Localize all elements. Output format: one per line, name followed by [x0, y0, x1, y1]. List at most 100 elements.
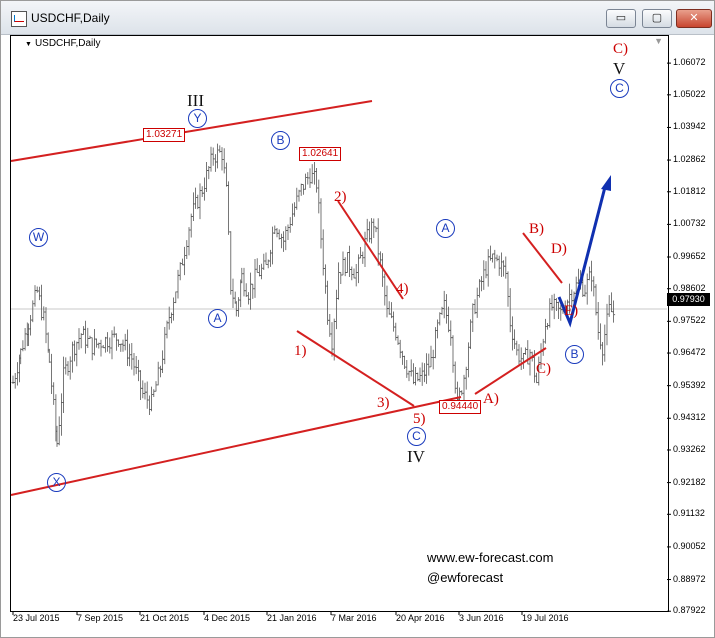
- y-tick-label: 0.95392: [673, 379, 706, 390]
- ohlc-bar: [312, 161, 316, 185]
- ohlc-bar: [590, 260, 594, 292]
- ohlc-bar: [330, 322, 334, 357]
- ohlc-bar: [548, 298, 552, 328]
- ohlc-bar: [117, 339, 121, 347]
- ohlc-bar: [145, 381, 149, 409]
- ohlc-bar: [323, 264, 327, 294]
- wave-line-1-3: [296, 330, 415, 407]
- ohlc-bar: [37, 286, 41, 301]
- chart-svg: [10, 62, 671, 615]
- ohlc-bar: [319, 198, 323, 249]
- ohlc-bar: [517, 344, 521, 367]
- y-tick-label: 0.90052: [673, 540, 706, 551]
- ohlc-bar: [290, 203, 294, 226]
- y-tick-label: 1.05022: [673, 88, 706, 99]
- ohlc-bar: [73, 340, 77, 362]
- ohlc-bar: [189, 213, 193, 238]
- ohlc-bar: [482, 260, 486, 290]
- ohlc-bar: [552, 293, 556, 320]
- ohlc-bar: [306, 172, 310, 185]
- x-tick-label: 7 Sep 2015: [77, 613, 124, 623]
- ohlc-bar: [50, 353, 53, 394]
- wave-label-B: B): [529, 221, 544, 237]
- ohlc-bar: [506, 271, 510, 307]
- ohlc-bar: [130, 343, 134, 370]
- wave-line-2-4: [337, 200, 404, 300]
- ohlc-bar: [15, 362, 19, 386]
- wave-label-IV: IV: [407, 447, 425, 466]
- ohlc-bar: [106, 332, 110, 352]
- y-tick-label: 0.96472: [673, 347, 706, 358]
- ohlc-bar: [429, 345, 433, 368]
- price-box-high: 1.03271: [143, 128, 186, 142]
- ohlc-bar: [251, 283, 255, 299]
- x-tick-label: 23 Jul 2015: [13, 613, 60, 623]
- ohlc-bar: [29, 315, 33, 336]
- ohlc-bar: [550, 294, 554, 311]
- y-tick-label: 0.93262: [673, 443, 706, 454]
- ohlc-bar: [183, 246, 187, 276]
- y-tick-label: 0.91132: [673, 508, 705, 519]
- x-tick-label: 20 Apr 2016: [396, 613, 445, 623]
- wave-label-C: C): [536, 361, 551, 377]
- ohlc-bar: [438, 312, 442, 326]
- ohlc-bar: [165, 320, 169, 339]
- ohlc-bar: [524, 347, 528, 355]
- wave-label-3: 3): [377, 395, 390, 411]
- ohlc-bar: [389, 302, 393, 319]
- ohlc-bar: [299, 183, 303, 196]
- ohlc-bar: [64, 357, 68, 375]
- ohlc-bar: [475, 287, 479, 318]
- y-tick-label: 0.92182: [673, 476, 706, 487]
- ohlc-bar: [504, 256, 508, 279]
- ohlc-bar: [585, 273, 589, 305]
- ohlc-bar: [486, 249, 490, 287]
- ohlc-bar: [44, 307, 48, 344]
- ohlc-bar: [224, 162, 228, 187]
- ohlc-bar: [436, 319, 440, 339]
- ohlc-bar: [119, 343, 123, 352]
- y-tick-label: 1.06072: [673, 57, 706, 68]
- ohlc-bar: [365, 218, 369, 242]
- ohlc-bar: [242, 267, 246, 297]
- ohlc-bar: [255, 258, 259, 273]
- ohlc-bar: [108, 337, 112, 354]
- ohlc-bar: [352, 268, 356, 279]
- ohlc-bar: [23, 327, 27, 351]
- ohlc-bar: [414, 367, 418, 386]
- ohlc-bar: [407, 370, 411, 382]
- ohlc-bar: [464, 366, 468, 390]
- wave-label-C-top: C): [613, 41, 628, 57]
- ohlc-bar: [262, 253, 266, 271]
- ohlc-bar: [257, 264, 261, 277]
- ohlc-bar: [480, 276, 484, 292]
- ohlc-bar: [451, 335, 455, 373]
- y-tick-label: 0.98602: [673, 282, 706, 293]
- wave-circle-Y: Y: [188, 109, 207, 128]
- ohlc-bar: [447, 306, 451, 333]
- ohlc-bar: [229, 231, 233, 295]
- ohlc-bar: [363, 231, 367, 268]
- ohlc-bar: [92, 328, 96, 356]
- ohlc-bar: [62, 356, 66, 414]
- wave-circle-A1: A: [208, 309, 227, 328]
- ohlc-bar: [176, 269, 180, 299]
- ohlc-bar: [90, 337, 94, 361]
- ohlc-bar: [592, 276, 596, 297]
- ohlc-bar: [328, 314, 332, 337]
- ohlc-bar: [220, 147, 224, 171]
- ohlc-bar: [387, 301, 391, 315]
- ohlc-bar: [293, 202, 297, 217]
- ohlc-bar: [484, 261, 488, 279]
- ohlc-bar: [471, 303, 475, 332]
- ohlc-bar: [587, 266, 591, 281]
- ohlc-bar: [209, 146, 213, 172]
- ohlc-bar: [161, 350, 165, 373]
- ohlc-bar: [264, 252, 268, 265]
- ohlc-bar: [147, 395, 151, 416]
- ohlc-bar: [114, 333, 118, 351]
- ohlc-bar: [191, 192, 195, 222]
- ohlc-bar: [405, 359, 409, 378]
- ohlc-bar: [99, 339, 103, 357]
- ohlc-bar: [154, 381, 158, 392]
